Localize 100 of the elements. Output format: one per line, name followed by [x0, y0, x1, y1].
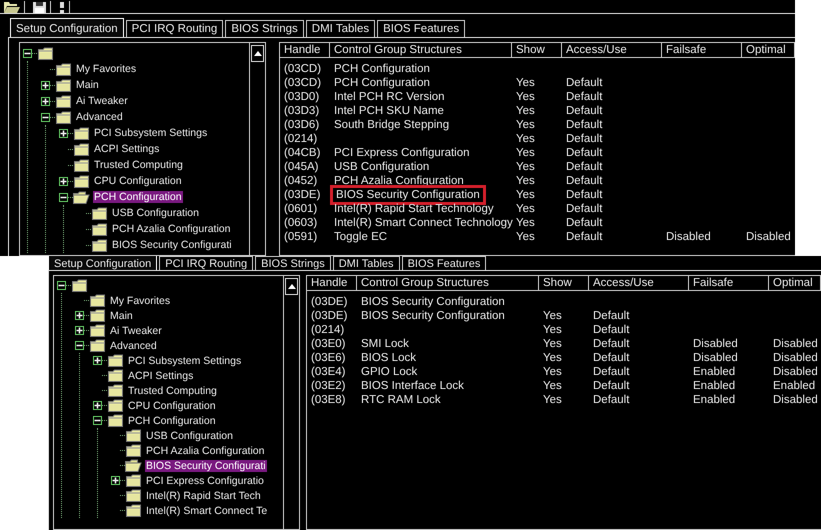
column-header[interactable]: Access/Use — [589, 276, 689, 290]
collapse-icon[interactable] — [23, 48, 32, 58]
tab[interactable]: PCI IRQ Routing — [126, 20, 224, 37]
folder-icon — [89, 339, 106, 352]
table-cell: BIOS Security Configuration — [361, 310, 505, 322]
tree-item[interactable]: Advanced — [75, 111, 124, 123]
tree-item[interactable]: CPU Configuration — [127, 400, 217, 412]
collapse-icon[interactable] — [57, 281, 66, 290]
column-header[interactable]: Handle — [307, 276, 357, 290]
tree-item[interactable]: Intel(R) Rapid Start Tech — [145, 490, 262, 502]
tree-item[interactable]: My Favorites — [109, 294, 172, 306]
table-cell: Disabled — [773, 394, 818, 406]
table-cell: Toggle EC — [334, 230, 388, 242]
tree-item[interactable]: Advanced — [109, 340, 158, 352]
tree-item[interactable]: Main — [75, 79, 100, 91]
tree-item[interactable]: BIOS Security Configurati — [145, 460, 267, 472]
tab[interactable]: BIOS Features — [402, 256, 486, 270]
table-cell: PCI Express Configuration — [334, 146, 470, 158]
column-header[interactable]: Show — [539, 276, 589, 290]
tree-item[interactable]: PCI Subsystem Settings — [93, 127, 208, 139]
table-cell: Intel(R) Rapid Start Technology — [334, 202, 494, 214]
column-header[interactable]: Show — [512, 43, 562, 57]
collapse-icon[interactable] — [41, 112, 50, 122]
table-cell: PCH Configuration — [334, 62, 430, 74]
tab[interactable]: PCI IRQ Routing — [159, 256, 254, 270]
table-cell: Default — [566, 76, 602, 88]
column-header[interactable]: Failsafe — [662, 43, 742, 57]
table-cell: Enabled — [693, 366, 736, 378]
scroll-up-button[interactable] — [251, 45, 264, 62]
column-header[interactable]: Handle — [280, 43, 330, 57]
table-cell: (0214) — [311, 324, 344, 336]
table-cell: (0214) — [284, 132, 318, 144]
table-cell: PCH Configuration — [334, 76, 430, 88]
scrollbar[interactable] — [283, 276, 299, 529]
tab[interactable]: BIOS Strings — [225, 20, 304, 37]
collapse-icon[interactable] — [75, 341, 84, 350]
table-cell: Yes — [516, 104, 535, 116]
tree-item[interactable]: PCH Azalia Configuration — [111, 223, 232, 235]
table-cell: Disabled — [666, 230, 711, 242]
table-cell: BIOS Lock — [361, 352, 416, 364]
table-cell: (03E6) — [311, 352, 346, 364]
tree-item[interactable]: Ai Tweaker — [75, 95, 129, 107]
tree-item[interactable]: USB Configuration — [145, 430, 234, 442]
table-cell: Default — [593, 366, 630, 378]
folder-icon — [125, 504, 142, 517]
tree-item[interactable]: Trusted Computing — [127, 384, 218, 396]
expand-icon[interactable] — [59, 128, 68, 138]
tree-item[interactable]: Main — [109, 310, 134, 322]
tree-item[interactable]: Ai Tweaker — [109, 324, 163, 336]
table-cell: PCH Azalia Configuration — [334, 174, 464, 186]
expand-icon[interactable] — [59, 176, 68, 186]
tree-item[interactable]: CPU Configuration — [93, 175, 183, 187]
tree-item[interactable]: Intel(R) Smart Connect Te — [145, 504, 268, 516]
collapse-icon[interactable] — [59, 192, 68, 202]
folder-icon — [91, 238, 108, 252]
tree-item[interactable]: ACPI Settings — [93, 143, 160, 155]
tree-item[interactable]: USB Configuration — [111, 207, 200, 219]
tree-item[interactable]: PCI Express Configuratio — [145, 474, 265, 486]
table-cell: Yes — [516, 76, 535, 88]
expand-icon[interactable] — [75, 326, 84, 335]
expand-icon[interactable] — [75, 311, 84, 320]
table-cell: (045A) — [284, 160, 319, 172]
column-header[interactable]: Optimal — [742, 43, 795, 57]
tree-item[interactable]: Trusted Computing — [93, 159, 184, 171]
table-cell: Default — [593, 380, 630, 392]
column-header[interactable]: Control Group Structures — [330, 43, 512, 57]
tree-item[interactable]: PCI Subsystem Settings — [127, 354, 242, 366]
table-cell: Yes — [543, 352, 562, 364]
tree-item[interactable]: ACPI Settings — [127, 370, 194, 382]
tree-item[interactable]: PCH Azalia Configuration — [145, 444, 266, 456]
tab[interactable]: BIOS Strings — [255, 256, 331, 270]
collapse-icon[interactable] — [93, 416, 102, 425]
folder-icon — [107, 369, 124, 382]
column-header[interactable]: Failsafe — [689, 276, 769, 290]
tab[interactable]: DMI Tables — [332, 256, 400, 270]
expand-icon[interactable] — [41, 80, 50, 90]
column-header[interactable]: Access/Use — [562, 43, 662, 57]
table-cell: Default — [566, 230, 602, 242]
tab[interactable]: DMI Tables — [306, 20, 376, 37]
tree-item[interactable]: PCH Configuration — [93, 191, 183, 203]
folder-icon — [89, 294, 106, 307]
expand-icon[interactable] — [93, 401, 102, 410]
table-cell: Default — [566, 146, 602, 158]
tab[interactable]: Setup Configuration — [10, 18, 124, 37]
folder-icon — [125, 429, 142, 442]
tab[interactable]: Setup Configuration — [48, 256, 158, 270]
expand-icon[interactable] — [93, 356, 102, 365]
table-cell: Disabled — [773, 366, 818, 378]
expand-icon[interactable] — [111, 476, 120, 485]
folder-icon — [125, 474, 142, 487]
table-cell: Default — [593, 310, 630, 322]
column-header[interactable]: Control Group Structures — [357, 276, 539, 290]
tree-item[interactable]: My Favorites — [75, 63, 138, 75]
tree-item[interactable]: BIOS Security Configurati — [111, 239, 233, 251]
column-header[interactable]: Optimal — [769, 276, 821, 290]
expand-icon[interactable] — [41, 96, 50, 106]
scrollbar[interactable] — [249, 43, 265, 255]
tab[interactable]: BIOS Features — [377, 20, 466, 37]
scroll-up-button[interactable] — [285, 278, 298, 295]
tree-item[interactable]: PCH Configuration — [127, 414, 217, 426]
